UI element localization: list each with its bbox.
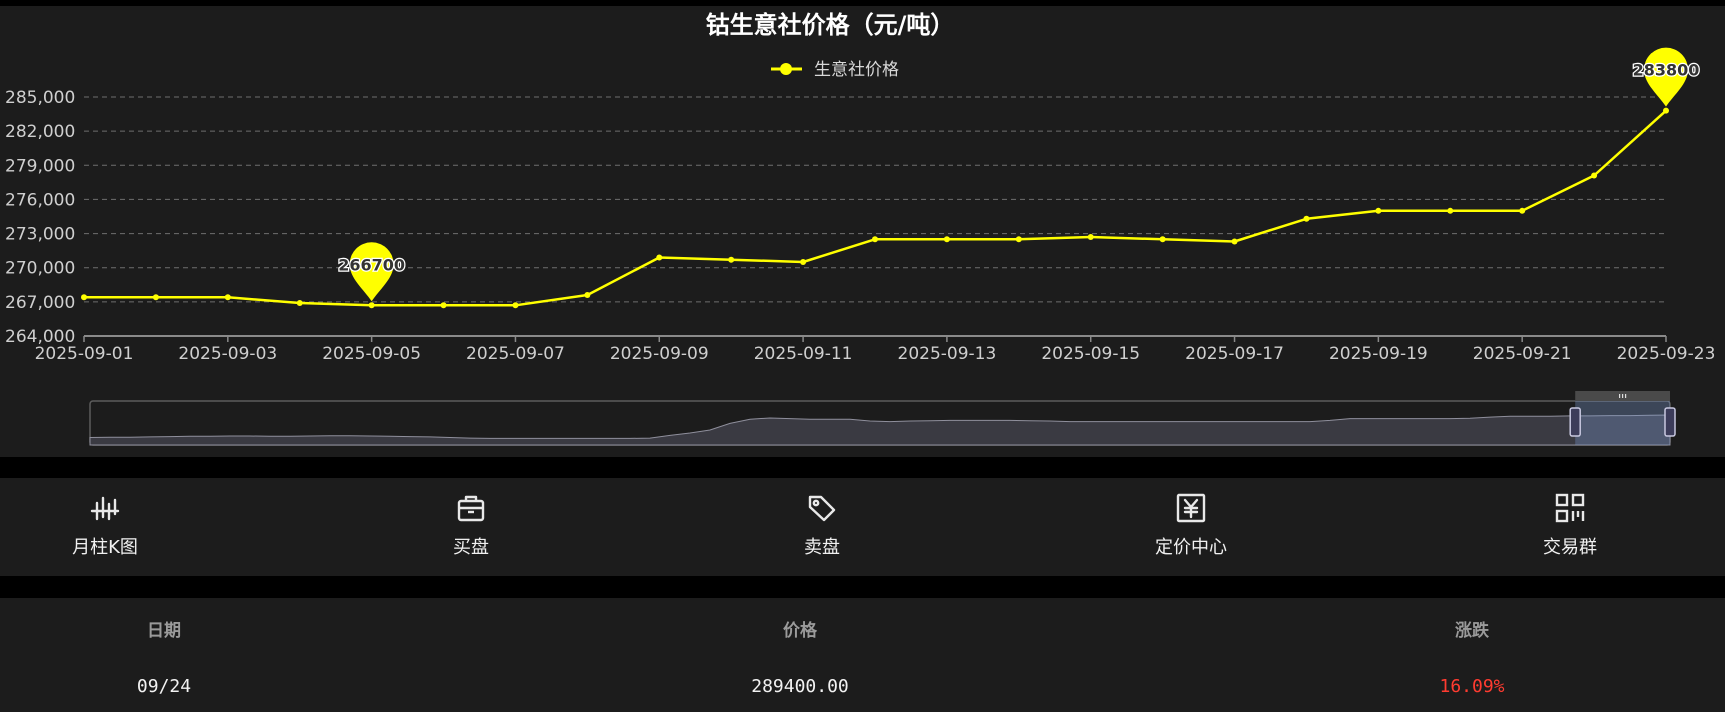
mark-point[interactable]: 266700: [337, 242, 406, 302]
legend-marker: [780, 63, 792, 75]
data-point[interactable]: [800, 259, 807, 266]
tool-sell-orders[interactable]: 卖盘: [742, 478, 902, 576]
row-change: 16.09%: [1439, 676, 1505, 697]
tool-pricing-center[interactable]: 定价中心: [1111, 478, 1271, 576]
y-tick-label: 273,000: [5, 225, 75, 245]
y-tick-label: 270,000: [5, 259, 75, 279]
data-point[interactable]: [1375, 207, 1382, 214]
tool-buy-orders[interactable]: 买盘: [391, 478, 551, 576]
yen-icon: [1174, 491, 1208, 525]
data-point[interactable]: [656, 254, 663, 261]
data-point[interactable]: [440, 302, 447, 309]
data-point[interactable]: [1231, 238, 1238, 245]
tool-monthly-kline[interactable]: 月柱K图: [25, 478, 185, 576]
row-date: 09/24: [136, 676, 192, 697]
zoom-handle[interactable]: [1569, 407, 1581, 437]
x-tick-label: 2025-09-19: [1329, 344, 1428, 364]
y-tick-label: 267,000: [5, 293, 75, 313]
x-tick-label: 2025-09-23: [1617, 344, 1716, 364]
chart-panel: 264,000 267,000 270,000 273,000 276,000 279,0…: [0, 6, 1725, 457]
data-point[interactable]: [728, 256, 735, 263]
data-point[interactable]: [368, 302, 375, 309]
data-point[interactable]: [1303, 215, 1310, 222]
data-point[interactable]: [872, 236, 878, 243]
data-point[interactable]: [1519, 207, 1526, 214]
data-point[interactable]: [1447, 207, 1454, 214]
x-tick-label: 2025-09-13: [898, 344, 997, 364]
mark-point-label: 266700: [338, 255, 405, 274]
x-tick-label: 2025-09-11: [754, 344, 853, 364]
candlestick-icon: [88, 491, 122, 525]
data-point[interactable]: [81, 294, 87, 301]
data-point[interactable]: [943, 236, 950, 243]
data-point[interactable]: [584, 292, 591, 299]
x-tick-label: 2025-09-03: [178, 344, 277, 364]
y-tick-label: 276,000: [5, 190, 75, 210]
y-tick-label: 282,000: [5, 122, 75, 142]
price-table: 日期 价格 涨跌 09/24 289400.00 16.09%: [0, 598, 1725, 712]
column-header-price: 价格: [783, 621, 817, 641]
zoom-selection[interactable]: [1575, 401, 1670, 445]
x-tick-label: 2025-09-05: [322, 344, 421, 364]
tool-label: 定价中心: [1155, 537, 1227, 558]
x-tick-label: 2025-09-01: [35, 344, 134, 364]
tag-icon: [805, 491, 839, 525]
x-tick-label: 2025-09-07: [466, 344, 565, 364]
data-point[interactable]: [1159, 236, 1166, 243]
data-point[interactable]: [1087, 233, 1094, 240]
tool-label: 买盘: [453, 537, 489, 558]
column-header-date: 日期: [147, 621, 181, 641]
x-tick-label: 2025-09-15: [1041, 344, 1140, 364]
column-header-change: 涨跌: [1455, 621, 1489, 641]
data-point[interactable]: [1663, 107, 1669, 114]
shopping-bag-icon: [454, 491, 488, 525]
mark-point[interactable]: 283800: [1631, 47, 1701, 107]
y-tick-label: 279,000: [5, 156, 75, 176]
mark-point-label: 283800: [1633, 61, 1700, 80]
x-tick-label: 2025-09-09: [610, 344, 709, 364]
series-line: [84, 109, 1667, 307]
legend[interactable]: 生意社价格: [771, 60, 899, 80]
data-point[interactable]: [296, 299, 303, 306]
tool-label: 交易群: [1543, 537, 1597, 558]
data-point[interactable]: [224, 294, 231, 301]
tool-label: 月柱K图: [72, 537, 138, 558]
data-point[interactable]: [1591, 172, 1598, 179]
chart-title: 钴生意社价格（元/吨）: [706, 11, 955, 39]
x-tick-label: 2025-09-17: [1185, 344, 1284, 364]
data-point[interactable]: [152, 294, 159, 301]
data-point[interactable]: [512, 302, 519, 309]
bottom-toolbar: 月柱K图 买盘 卖盘 定价中心 交易群: [0, 478, 1725, 576]
qr-grid-icon: [1553, 491, 1587, 525]
tool-trading-group[interactable]: 交易群: [1490, 478, 1650, 576]
legend-label: 生意社价格: [814, 60, 899, 80]
x-tick-label: 2025-09-21: [1473, 344, 1572, 364]
data-point[interactable]: [1015, 236, 1022, 243]
tool-label: 卖盘: [804, 537, 840, 558]
row-price: 289400.00: [751, 676, 849, 697]
zoom-handle[interactable]: [1664, 407, 1676, 437]
price-line-chart: 264,000267,000270,000273,000276,000279,0…: [5, 11, 1716, 446]
y-tick-label: 285,000: [5, 88, 75, 108]
